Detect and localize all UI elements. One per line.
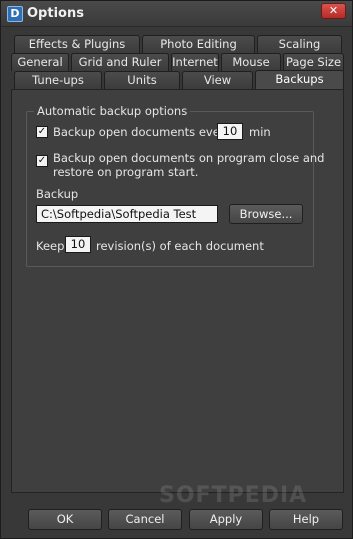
apply-button[interactable]: Apply <box>189 509 263 530</box>
backup-label: Backup <box>36 187 79 201</box>
tab-scaling[interactable]: Scaling <box>257 35 342 53</box>
keep-label: Keep <box>36 239 65 253</box>
options-dialog: D Options ✕ Effects & Plugins Photo Edit… <box>0 0 353 539</box>
app-logo-icon: D <box>7 6 23 22</box>
ok-button[interactable]: OK <box>28 509 102 530</box>
tab-internet[interactable]: Internet <box>171 53 219 71</box>
backup-on-close-checkbox[interactable]: ✓ <box>36 155 48 167</box>
close-button[interactable]: ✕ <box>321 3 346 19</box>
apply-button-label: Apply <box>209 512 243 526</box>
keep-suffix-label: revision(s) of each document <box>96 239 264 253</box>
check-icon: ✓ <box>37 126 47 137</box>
help-button-label: Help <box>292 512 320 526</box>
title-bar: D Options ✕ <box>1 1 352 27</box>
backup-every-label: Backup open documents every <box>53 125 232 139</box>
backup-on-close-label-line1: Backup open documents on program close a… <box>53 151 325 165</box>
window-title: Options <box>27 6 84 21</box>
ok-button-label: OK <box>56 512 74 526</box>
backup-every-checkbox[interactable]: ✓ <box>36 126 48 138</box>
help-button[interactable]: Help <box>269 509 343 530</box>
cancel-button[interactable]: Cancel <box>108 509 182 530</box>
backups-panel: Automatic backup options ✓ Backup open d… <box>11 89 344 493</box>
tab-backups[interactable]: Backups <box>255 70 344 89</box>
tab-page-size[interactable]: Page Size <box>283 53 344 71</box>
tab-mouse[interactable]: Mouse <box>221 53 281 71</box>
tab-effects-plugins[interactable]: Effects & Plugins <box>14 35 140 53</box>
cancel-button-label: Cancel <box>125 512 165 526</box>
backup-path-field[interactable]: C:\Softpedia\Softpedia Test <box>36 205 218 223</box>
group-title: Automatic backup options <box>34 104 191 118</box>
tab-photo-editing[interactable]: Photo Editing <box>142 35 255 53</box>
tab-units[interactable]: Units <box>104 71 180 89</box>
keep-revisions-input[interactable]: 10 <box>65 236 91 253</box>
check-icon: ✓ <box>37 155 47 166</box>
tab-grid-and-ruler[interactable]: Grid and Ruler <box>71 53 169 71</box>
tab-general[interactable]: General <box>11 53 69 71</box>
backup-interval-input[interactable]: 10 <box>217 123 243 140</box>
automatic-backup-group: Automatic backup options ✓ Backup open d… <box>26 104 324 267</box>
watermark: SOFTPEDIA <box>159 483 308 508</box>
tab-tune-ups[interactable]: Tune-ups <box>14 71 102 89</box>
browse-button[interactable]: Browse... <box>229 204 303 224</box>
backup-on-close-label-line2: restore on program start. <box>53 165 199 179</box>
tab-view[interactable]: View <box>182 71 253 89</box>
backup-interval-unit: min <box>249 125 271 139</box>
